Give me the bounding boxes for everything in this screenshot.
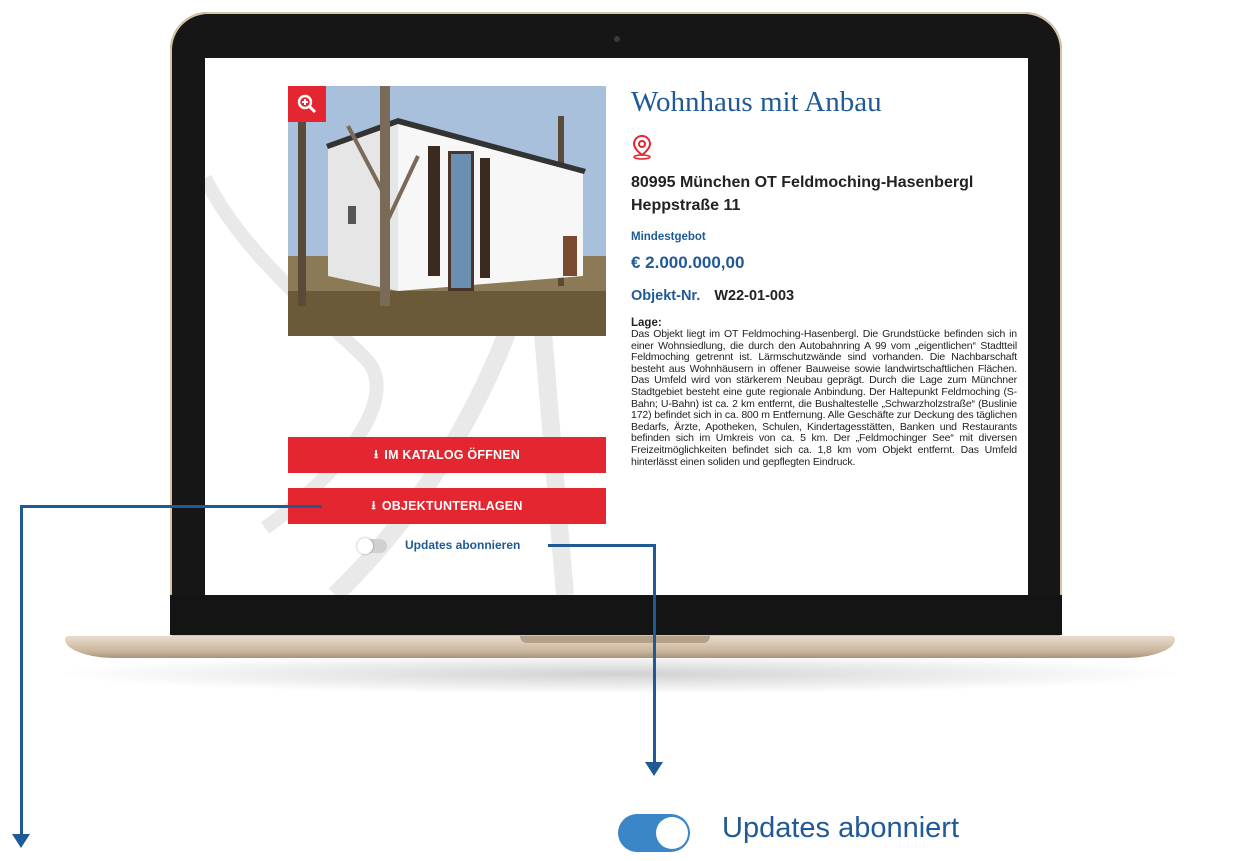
subscribe-toggle-label: Updates abonnieren <box>405 538 521 552</box>
callout-line-subscribe-v <box>653 544 656 764</box>
callout-line-documents-v <box>20 505 23 835</box>
callout-arrow-subscribe <box>645 762 663 776</box>
address-line-1: 80995 München OT Feldmoching-Hasenbergl <box>631 174 974 191</box>
object-number-value: W22-01-003 <box>714 288 795 304</box>
laptop-screen: Wohnhaus mit Anbau 80995 München OT Feld… <box>205 58 1028 595</box>
laptop-bezel <box>170 595 1062 635</box>
address-line-2: Heppstraße 11 <box>631 197 741 214</box>
subscribed-toggle-label: Updates abonniert <box>722 812 959 844</box>
object-documents-label: OBJEKTUNTERLAGEN <box>381 499 523 513</box>
min-bid-value: € 2.000.000,00 <box>631 253 745 272</box>
callout-arrow-documents <box>12 834 30 848</box>
toggle-knob <box>656 817 688 849</box>
listing-title: Wohnhaus mit Anbau <box>631 86 882 118</box>
laptop-camera <box>614 36 620 42</box>
open-catalog-label: IM KATALOG ÖFFNEN <box>384 448 520 462</box>
subscribe-toggle[interactable] <box>357 538 387 554</box>
subscribed-toggle-enlarged[interactable] <box>618 814 690 852</box>
object-number-label: Objekt-Nr. <box>631 288 701 304</box>
callout-line-subscribe-h <box>548 544 655 547</box>
laptop-notch <box>520 636 710 643</box>
min-bid-label: Mindestgebot <box>631 231 706 243</box>
callout-line-documents-h <box>20 505 322 508</box>
property-photo[interactable] <box>288 86 606 336</box>
zoom-in-icon <box>297 94 317 114</box>
object-documents-button[interactable]: ⭳ OBJEKTUNTERLAGEN <box>288 488 606 524</box>
zoom-button[interactable] <box>288 86 326 122</box>
download-icon: ⭳ <box>371 497 376 512</box>
listing-address: 80995 München OT Feldmoching-Hasenbergl … <box>631 171 1021 217</box>
map-pin-icon <box>632 134 652 160</box>
location-description: Das Objekt liegt im OT Feldmoching-Hasen… <box>631 328 1017 468</box>
object-number: Objekt-Nr. W22-01-003 <box>631 288 794 304</box>
toggle-knob <box>357 538 373 554</box>
download-icon: ⭳ <box>374 446 379 461</box>
open-catalog-button[interactable]: ⭳ IM KATALOG ÖFFNEN <box>288 437 606 473</box>
laptop-shadow <box>50 654 1190 694</box>
